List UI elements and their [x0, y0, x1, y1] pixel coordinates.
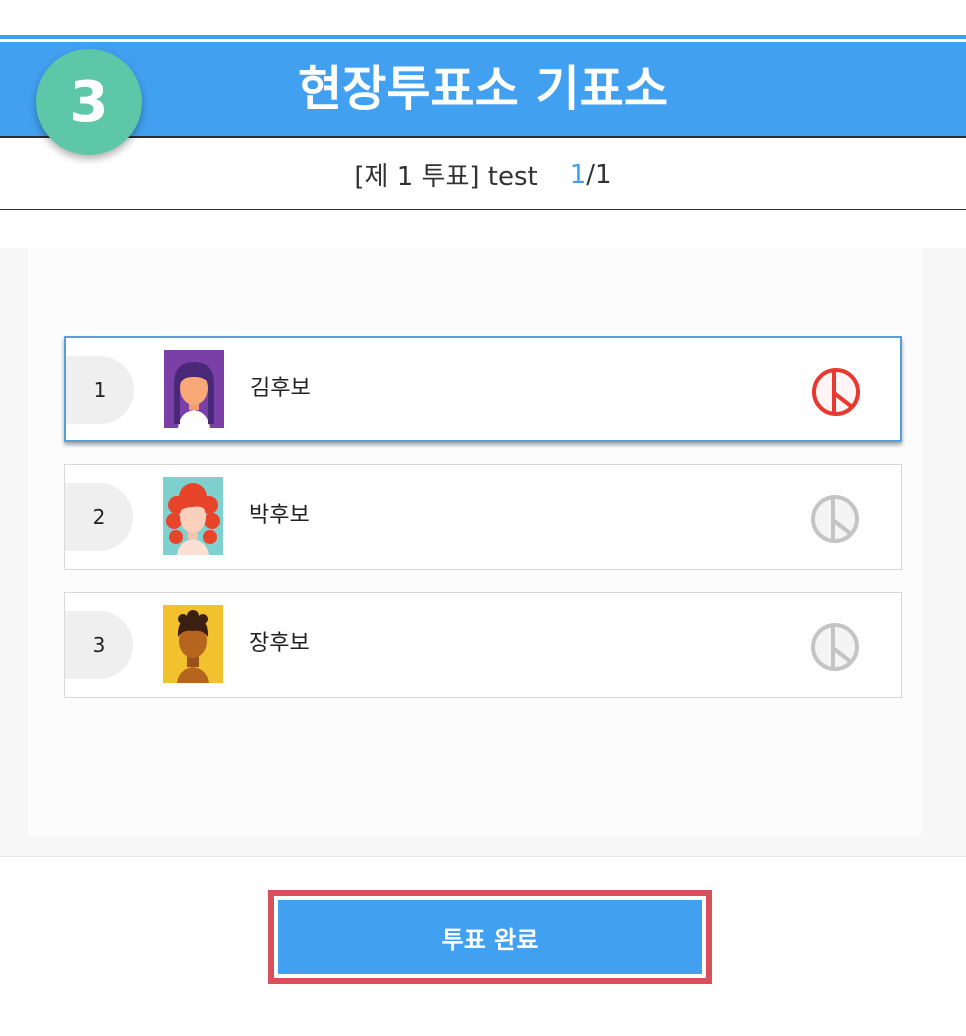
page-total: /1	[586, 159, 612, 190]
woman-purple-hair-avatar	[164, 350, 224, 428]
submit-vote-button[interactable]: 투표 완료	[278, 900, 702, 974]
woman-red-curly-hair-avatar	[163, 477, 223, 555]
ballot-label: [제 1 투표] test	[354, 162, 538, 192]
header-bar: 현장투표소 기표소	[0, 42, 966, 138]
candidate-number: 3	[65, 611, 133, 679]
candidate-row-2[interactable]: 2 박후보	[64, 464, 902, 570]
candidate-number: 2	[65, 483, 133, 551]
candidate-row-1[interactable]: 1 김후보	[64, 336, 902, 442]
vote-stamp-icon[interactable]	[809, 621, 861, 673]
page-title: 현장투표소 기표소	[298, 61, 668, 117]
candidate-number: 1	[66, 356, 134, 424]
header-top-line	[0, 35, 966, 39]
candidate-name: 박후보	[249, 503, 310, 528]
step-badge: 3	[36, 49, 142, 155]
ballot-info-bar: [제 1 투표] test 1/1	[0, 140, 966, 210]
voting-booth-page: 현장투표소 기표소 3 [제 1 투표] test 1/1 1 김후보 2 박후…	[0, 0, 966, 1036]
man-dark-hair-avatar	[163, 605, 223, 683]
vote-stamp-icon[interactable]	[809, 493, 861, 545]
page-current: 1	[569, 159, 587, 190]
vote-stamp-icon[interactable]	[810, 366, 862, 418]
candidate-name: 김후보	[250, 376, 311, 401]
candidate-name: 장후보	[249, 631, 310, 656]
footer-divider	[0, 856, 966, 857]
candidate-row-3[interactable]: 3 장후보	[64, 592, 902, 698]
